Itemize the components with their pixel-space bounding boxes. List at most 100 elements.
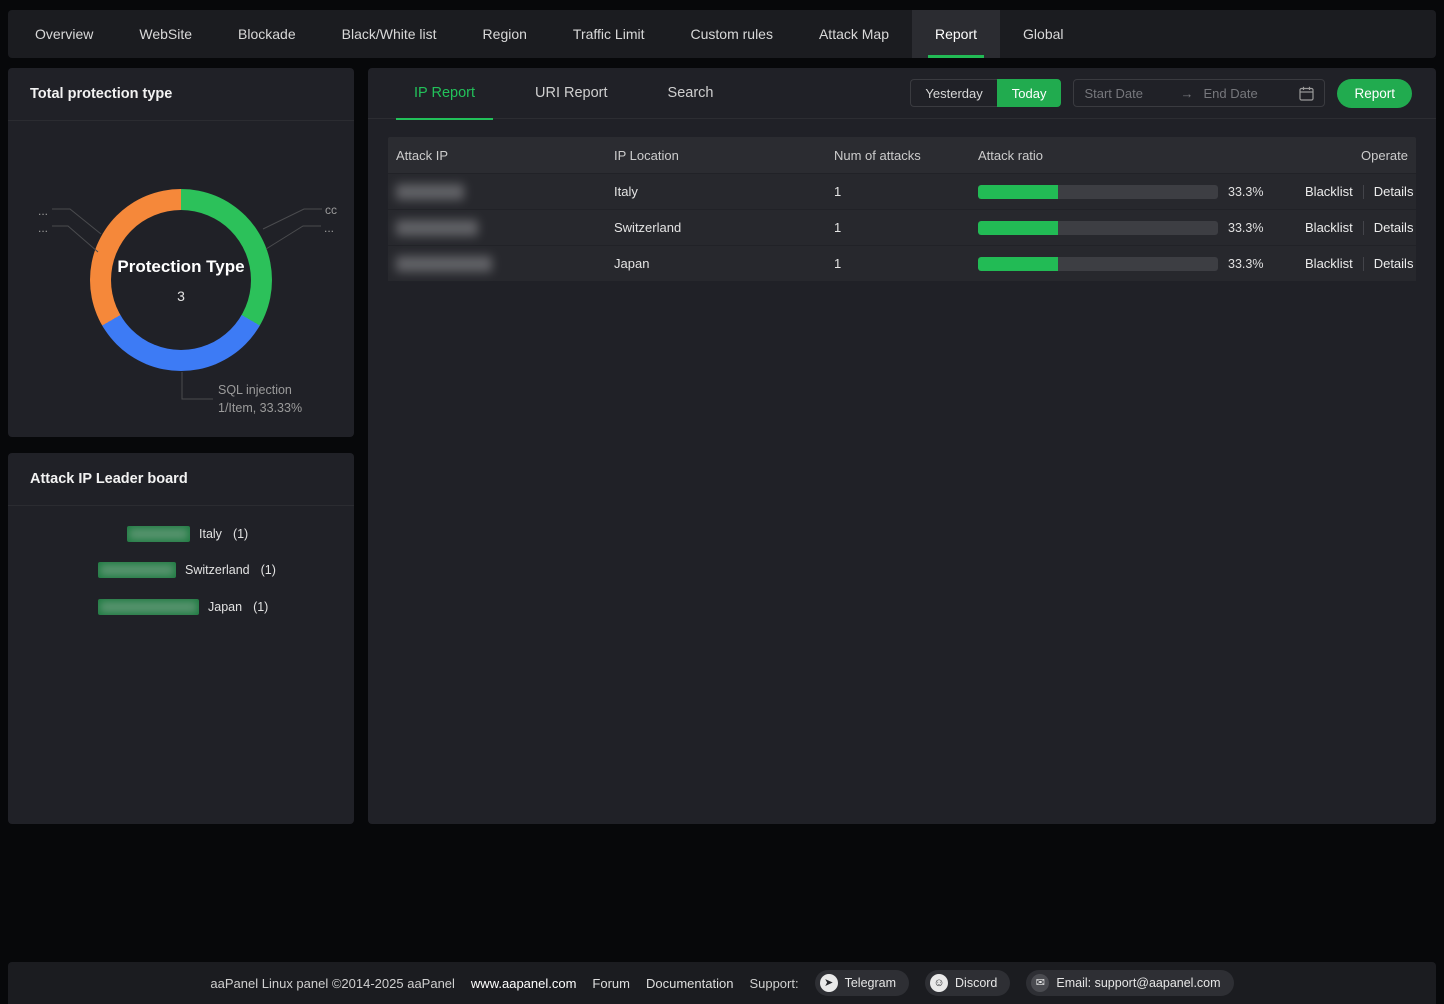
col-header-attack-ip: Attack IP	[396, 148, 614, 163]
operate-divider	[1363, 257, 1364, 271]
nav-item-black-white-list[interactable]: Black/White list	[319, 10, 460, 58]
blurred-attack-ip	[396, 220, 478, 236]
date-range-arrow-icon: →	[1180, 86, 1193, 101]
telegram-button[interactable]: ➤ Telegram	[815, 970, 909, 996]
calendar-icon[interactable]	[1299, 86, 1314, 101]
leaderboard-country: Switzerland	[185, 563, 250, 577]
cell-attack-ratio: 33.3%	[978, 221, 1263, 235]
today-button[interactable]: Today	[997, 79, 1062, 107]
footer: aaPanel Linux panel ©2014-2025 aaPanel w…	[8, 962, 1436, 1004]
cell-attack-ratio: 33.3%	[978, 185, 1263, 199]
attack-ratio-label: 33.3%	[1228, 221, 1263, 235]
donut-label-left-bottom: ...	[38, 221, 48, 235]
report-button[interactable]: Report	[1337, 79, 1412, 108]
col-header-attack-ratio: Attack ratio	[978, 148, 1258, 163]
attack-ratio-track	[978, 185, 1218, 199]
tab-ip-report[interactable]: IP Report	[410, 68, 479, 119]
attack-ratio-fill	[978, 221, 1058, 235]
footer-copyright: aaPanel Linux panel ©2014-2025 aaPanel	[210, 976, 455, 991]
nav-item-global[interactable]: Global	[1000, 10, 1086, 58]
attack-ratio-fill	[978, 257, 1058, 271]
total-protection-type-card: Total protection type Protection Type 3 …	[8, 68, 354, 437]
attack-ratio-fill	[978, 185, 1058, 199]
attack-ratio-track	[978, 257, 1218, 271]
yesterday-button[interactable]: Yesterday	[910, 79, 996, 107]
blurred-ip	[100, 564, 174, 576]
discord-icon: ☺	[930, 974, 948, 992]
discord-label: Discord	[955, 976, 997, 990]
leaderboard-item: Japan (1)	[98, 598, 268, 616]
start-date-input[interactable]	[1084, 86, 1170, 101]
nav-item-website[interactable]: WebSite	[116, 10, 215, 58]
leaderboard-item: Switzerland (1)	[98, 561, 276, 579]
table-row: Italy 1 33.3% Blacklist Details	[388, 173, 1416, 209]
cell-ip-location: Italy	[614, 184, 834, 199]
tab-uri-report[interactable]: URI Report	[531, 68, 612, 119]
operate-divider	[1363, 221, 1364, 235]
footer-forum-link[interactable]: Forum	[592, 976, 630, 991]
nav-item-region[interactable]: Region	[460, 10, 550, 58]
nav-item-traffic-limit[interactable]: Traffic Limit	[550, 10, 668, 58]
blurred-attack-ip	[396, 184, 464, 200]
nav-item-report[interactable]: Report	[912, 10, 1000, 58]
attack-ip-leaderboard-card: Attack IP Leader board Italy (1) Switzer…	[8, 453, 354, 824]
footer-docs-link[interactable]: Documentation	[646, 976, 733, 991]
cell-attack-ratio: 33.3%	[978, 257, 1263, 271]
donut-label-right-top: cc	[325, 203, 337, 217]
end-date-input[interactable]	[1203, 86, 1289, 101]
cell-ip-location: Japan	[614, 256, 834, 271]
nav-item-custom-rules[interactable]: Custom rules	[668, 10, 796, 58]
col-header-num-attacks: Num of attacks	[834, 148, 978, 163]
donut-center: Protection Type 3	[111, 210, 251, 350]
protection-type-donut-chart: Protection Type 3	[90, 189, 272, 371]
attack-ratio-track	[978, 221, 1218, 235]
col-header-ip-location: IP Location	[614, 148, 834, 163]
col-header-operate: Operate	[1258, 148, 1408, 163]
discord-button[interactable]: ☺ Discord	[925, 970, 1010, 996]
table-header-row: Attack IP IP Location Num of attacks Att…	[388, 137, 1416, 173]
blacklist-link[interactable]: Blacklist	[1305, 256, 1353, 271]
leaderboard-bar	[98, 562, 176, 578]
nav-item-blockade[interactable]: Blockade	[215, 10, 319, 58]
email-icon: ✉	[1031, 974, 1049, 992]
nav-item-overview[interactable]: Overview	[12, 10, 116, 58]
details-link[interactable]: Details	[1374, 184, 1414, 199]
donut-label-left-top: ...	[38, 204, 48, 218]
cell-operate: Blacklist Details	[1263, 220, 1413, 235]
leaderboard-bar	[127, 526, 190, 542]
tab-search[interactable]: Search	[664, 68, 718, 119]
cell-num-attacks: 1	[834, 184, 978, 199]
card-title: Attack IP Leader board	[8, 453, 354, 506]
nav-item-attack-map[interactable]: Attack Map	[796, 10, 912, 58]
leaderboard-country: Japan	[208, 600, 242, 614]
date-range-picker[interactable]: →	[1073, 79, 1325, 107]
telegram-icon: ➤	[820, 974, 838, 992]
attack-ratio-label: 33.3%	[1228, 257, 1263, 271]
cell-operate: Blacklist Details	[1263, 184, 1413, 199]
table-row: Switzerland 1 33.3% Blacklist Details	[388, 209, 1416, 245]
details-link[interactable]: Details	[1374, 220, 1414, 235]
report-panel: IP Report URI Report Search Yesterday To…	[368, 68, 1436, 824]
donut-center-value: 3	[177, 288, 185, 304]
leaderboard-item: Italy (1)	[127, 525, 248, 543]
table-row: Japan 1 33.3% Blacklist Details	[388, 245, 1416, 281]
leaderboard-bar	[98, 599, 199, 615]
card-title: Total protection type	[8, 68, 354, 121]
details-link[interactable]: Details	[1374, 256, 1414, 271]
blacklist-link[interactable]: Blacklist	[1305, 220, 1353, 235]
footer-site-link[interactable]: www.aapanel.com	[471, 976, 577, 991]
email-button[interactable]: ✉ Email: support@aapanel.com	[1026, 970, 1233, 996]
cell-num-attacks: 1	[834, 256, 978, 271]
leaderboard-count: (1)	[261, 563, 276, 577]
date-preset-segment: Yesterday Today	[910, 79, 1061, 107]
operate-divider	[1363, 185, 1364, 199]
leaderboard-country: Italy	[199, 527, 222, 541]
donut-callout-sql-injection: SQL injection 1/Item, 33.33%	[218, 381, 302, 417]
blacklist-link[interactable]: Blacklist	[1305, 184, 1353, 199]
report-controls: Yesterday Today → Report	[910, 79, 1412, 108]
attack-report-table: Attack IP IP Location Num of attacks Att…	[388, 137, 1416, 281]
table-body: Italy 1 33.3% Blacklist Details Switzerl…	[388, 173, 1416, 281]
leaderboard-count: (1)	[253, 600, 268, 614]
top-nav: Overview WebSite Blockade Black/White li…	[8, 10, 1436, 58]
telegram-label: Telegram	[845, 976, 896, 990]
